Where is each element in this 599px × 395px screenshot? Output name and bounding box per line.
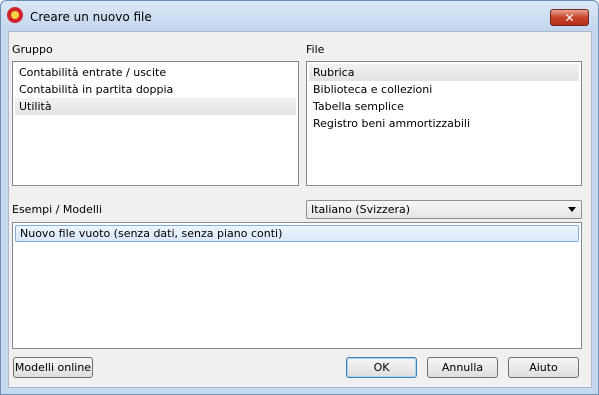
group-label: Gruppo	[12, 43, 53, 56]
file-item-address-book[interactable]: Rubrica	[309, 64, 579, 81]
templates-label: Esempi / Modelli	[12, 203, 103, 216]
file-listbox[interactable]: Rubrica Biblioteca e collezioni Tabella …	[306, 61, 582, 186]
online-templates-button[interactable]: Modelli online	[13, 357, 93, 378]
dialog-window: Creare un nuovo file ✕ Gruppo Contabilit…	[0, 0, 599, 395]
file-item-fixed-assets[interactable]: Registro beni ammortizzabili	[309, 115, 579, 132]
help-button[interactable]: Aiuto	[508, 357, 579, 378]
ok-button[interactable]: OK	[346, 357, 417, 378]
cancel-button[interactable]: Annulla	[427, 357, 498, 378]
language-dropdown[interactable]: Italiano (Svizzera)	[306, 200, 582, 219]
window-title: Creare un nuovo file	[30, 10, 152, 24]
dialog-body: Gruppo Contabilità entrate / uscite Cont…	[8, 31, 592, 388]
file-item-simple-table[interactable]: Tabella semplice	[309, 98, 579, 115]
close-button[interactable]: ✕	[550, 9, 589, 26]
template-item-empty-file[interactable]: Nuovo file vuoto (senza dati, senza pian…	[15, 225, 579, 242]
group-item-double-entry[interactable]: Contabilità in partita doppia	[15, 81, 296, 98]
app-logo-icon	[7, 7, 23, 23]
file-label: File	[306, 43, 325, 56]
chevron-down-icon	[568, 207, 576, 212]
group-item-income-expense[interactable]: Contabilità entrate / uscite	[15, 64, 296, 81]
templates-listbox[interactable]: Nuovo file vuoto (senza dati, senza pian…	[12, 222, 582, 349]
language-dropdown-value: Italiano (Svizzera)	[311, 203, 411, 216]
group-item-utilities[interactable]: Utilità	[15, 98, 296, 115]
title-bar[interactable]: Creare un nuovo file ✕	[1, 1, 598, 31]
file-item-library[interactable]: Biblioteca e collezioni	[309, 81, 579, 98]
group-listbox[interactable]: Contabilità entrate / uscite Contabilità…	[12, 61, 299, 186]
